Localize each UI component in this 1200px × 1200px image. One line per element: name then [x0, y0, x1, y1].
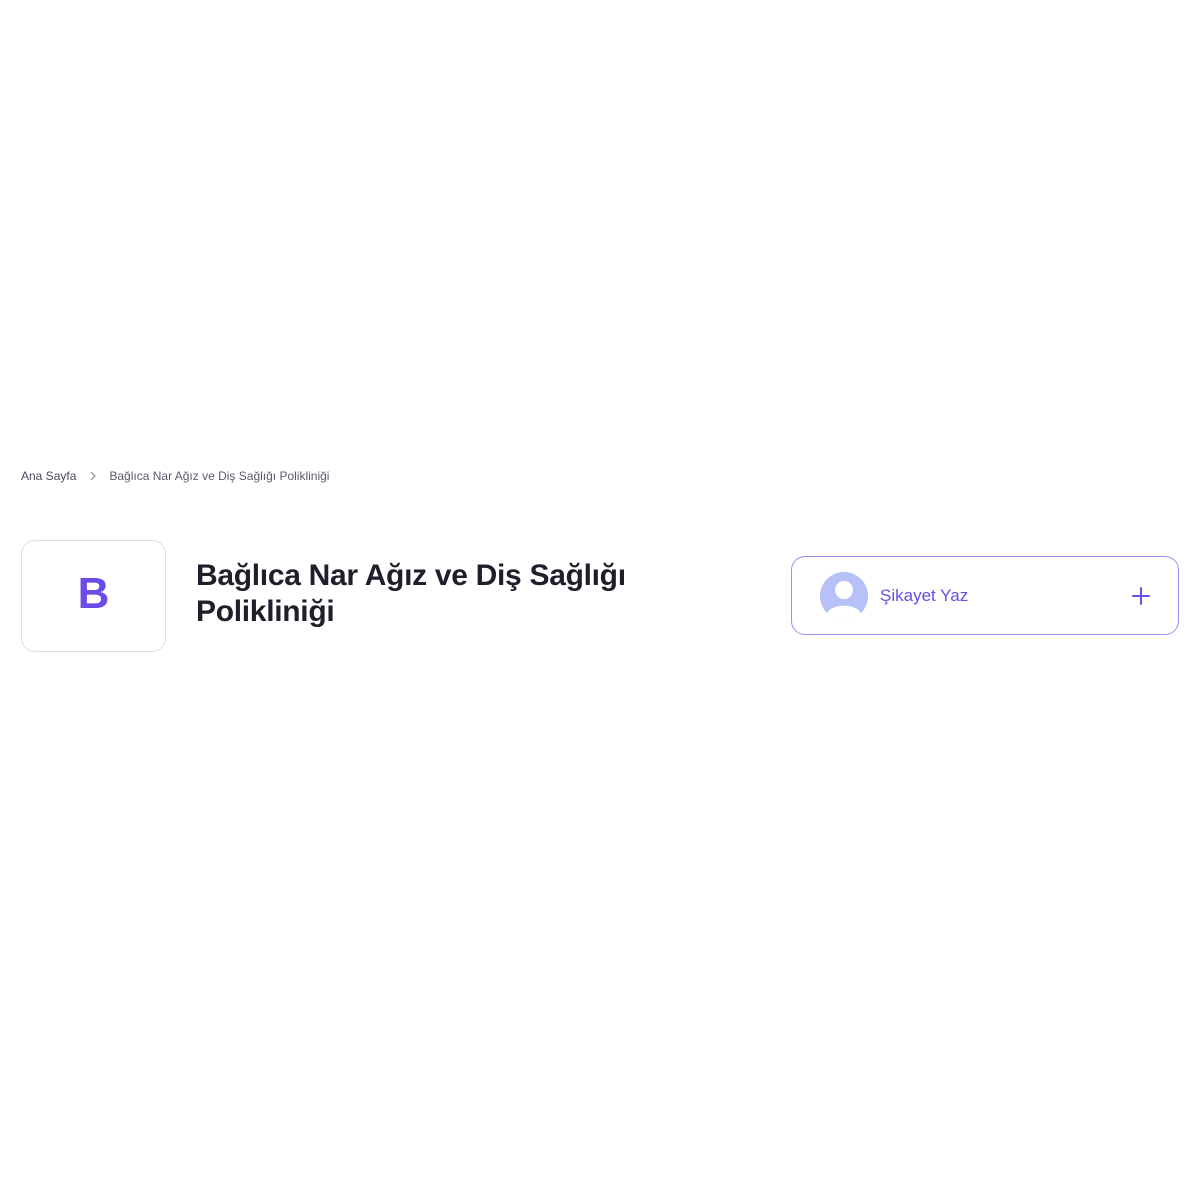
breadcrumb: Ana Sayfa Bağlıca Nar Ağız ve Diş Sağlığ…: [21, 469, 329, 483]
plus-icon: [1130, 585, 1152, 607]
page-title: Bağlıca Nar Ağız ve Diş Sağlığı Poliklin…: [196, 559, 626, 628]
user-avatar-icon: [820, 571, 868, 620]
write-complaint-button[interactable]: Şikayet Yaz: [791, 556, 1179, 635]
company-logo: B: [21, 540, 166, 652]
breadcrumb-home-link[interactable]: Ana Sayfa: [21, 469, 76, 483]
chevron-right-icon: [76, 469, 109, 483]
breadcrumb-current: Bağlıca Nar Ağız ve Diş Sağlığı Poliklin…: [109, 469, 330, 483]
write-complaint-label: Şikayet Yaz: [880, 585, 969, 605]
company-logo-letter: B: [77, 569, 110, 618]
